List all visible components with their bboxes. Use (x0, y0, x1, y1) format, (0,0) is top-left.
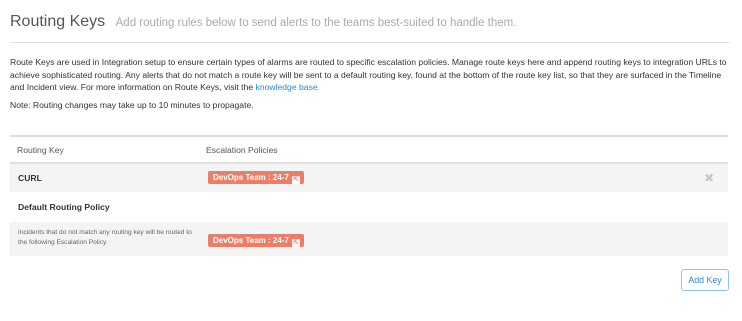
column-header-routing-key: Routing Key (17, 145, 64, 155)
page-title: Routing Keys (10, 13, 106, 30)
default-policy-detail-row: Incidents that do not match any routing … (10, 222, 728, 256)
knowledge-base-link[interactable]: knowledge base. (256, 82, 321, 92)
default-escalation-policy-badge[interactable]: DevOps Team : 24-7 ⇱ (208, 234, 304, 247)
default-escalation-policy-label: DevOps Team : 24-7 (213, 236, 289, 245)
escalation-policy-label: DevOps Team : 24-7 (213, 173, 289, 182)
column-header-escalation-policies: Escalation Policies (206, 145, 278, 155)
table-row: CURL DevOps Team : 24-7 ⇱ ✖ (10, 164, 728, 192)
routing-key-name: CURL (18, 173, 42, 183)
header-divider (10, 42, 730, 43)
intro-paragraph: Route Keys are used in Integration setup… (10, 56, 730, 94)
page-header: Routing Keys Add routing rules below to … (10, 13, 742, 31)
propagation-note: Note: Routing changes may take up to 10 … (10, 100, 254, 110)
external-link-icon: ⇱ (291, 175, 300, 184)
page-subtitle: Add routing rules below to send alerts t… (115, 17, 517, 29)
table-header: Routing Key Escalation Policies (10, 135, 728, 164)
default-policy-row: Default Routing Policy (10, 192, 728, 222)
intro-text: Route Keys are used in Integration setup… (10, 57, 727, 92)
external-link-icon: ⇱ (291, 238, 300, 247)
routing-keys-table: Routing Key Escalation Policies CURL Dev… (10, 135, 728, 256)
add-key-button[interactable]: Add Key (681, 269, 729, 291)
delete-icon[interactable]: ✖ (704, 171, 714, 185)
default-policy-title: Default Routing Policy (18, 202, 110, 212)
escalation-policy-badge[interactable]: DevOps Team : 24-7 ⇱ (208, 171, 304, 184)
default-policy-description: Incidents that do not match any routing … (18, 229, 192, 246)
